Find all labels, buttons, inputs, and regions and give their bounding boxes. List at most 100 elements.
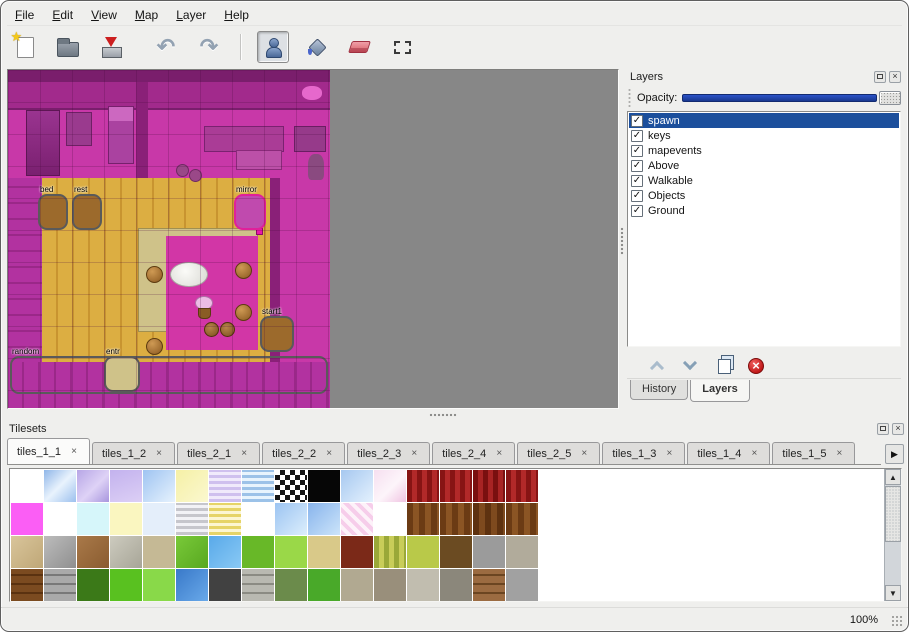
tileset-tab-tiles_1_3[interactable]: tiles_1_3× bbox=[602, 442, 685, 464]
map-canvas[interactable]: bedrestmirrorstart1randomentr bbox=[8, 70, 330, 409]
tileset-tab-tiles_1_1[interactable]: tiles_1_1× bbox=[7, 438, 90, 464]
tile-1-2[interactable] bbox=[77, 503, 109, 535]
map-object-rest[interactable]: rest bbox=[72, 194, 102, 230]
lower-layer-button[interactable] bbox=[678, 355, 702, 377]
menu-item-map[interactable]: Map bbox=[127, 5, 166, 25]
tile-0-9[interactable] bbox=[308, 470, 340, 502]
layer-row-Walkable[interactable]: ✓Walkable bbox=[629, 173, 899, 188]
tile-0-5[interactable] bbox=[176, 470, 208, 502]
tile-0-10[interactable] bbox=[341, 470, 373, 502]
tile-3-11[interactable] bbox=[374, 569, 406, 601]
layer-row-keys[interactable]: ✓keys bbox=[629, 128, 899, 143]
tileset-tab-tiles_2_2[interactable]: tiles_2_2× bbox=[262, 442, 345, 464]
tile-0-4[interactable] bbox=[143, 470, 175, 502]
layer-row-Ground[interactable]: ✓Ground bbox=[629, 203, 899, 218]
tile-2-7[interactable] bbox=[242, 536, 274, 568]
tileset-scrollbar[interactable]: ▲ ▼ bbox=[884, 469, 901, 601]
tile-0-13[interactable] bbox=[440, 470, 472, 502]
map-object-mirror[interactable]: mirror bbox=[234, 194, 266, 230]
tile-2-15[interactable] bbox=[506, 536, 538, 568]
tileset-tab-tiles_1_2[interactable]: tiles_1_2× bbox=[92, 442, 175, 464]
tileset-view[interactable]: ▲ ▼ bbox=[9, 468, 902, 602]
tile-3-9[interactable] bbox=[308, 569, 340, 601]
tile-2-11[interactable] bbox=[374, 536, 406, 568]
map-object-start1[interactable]: start1 bbox=[260, 316, 294, 352]
tile-3-3[interactable] bbox=[110, 569, 142, 601]
menu-item-edit[interactable]: Edit bbox=[44, 5, 81, 25]
tile-1-15[interactable] bbox=[506, 503, 538, 535]
delete-layer-button[interactable] bbox=[744, 355, 768, 377]
layer-checkbox[interactable]: ✓ bbox=[631, 145, 643, 157]
opacity-slider[interactable] bbox=[682, 91, 901, 105]
menu-item-file[interactable]: File bbox=[7, 5, 42, 25]
layer-row-Above[interactable]: ✓Above bbox=[629, 158, 899, 173]
layer-checkbox[interactable]: ✓ bbox=[631, 175, 643, 187]
duplicate-layer-button[interactable] bbox=[711, 355, 735, 377]
tileset-tab-tiles_1_4[interactable]: tiles_1_4× bbox=[687, 442, 770, 464]
scroll-up-icon[interactable]: ▲ bbox=[885, 469, 901, 485]
layer-checkbox[interactable]: ✓ bbox=[631, 160, 643, 172]
close-tab-icon[interactable]: × bbox=[238, 448, 250, 460]
map-object-bed[interactable]: bed bbox=[38, 194, 68, 230]
tile-1-12[interactable] bbox=[407, 503, 439, 535]
tile-2-13[interactable] bbox=[440, 536, 472, 568]
open-map-button[interactable] bbox=[52, 31, 84, 63]
redo-button[interactable] bbox=[193, 31, 225, 63]
close-tab-icon[interactable]: × bbox=[833, 448, 845, 460]
tile-1-14[interactable] bbox=[473, 503, 505, 535]
tile-1-10[interactable] bbox=[341, 503, 373, 535]
stamp-tool-button[interactable] bbox=[257, 31, 289, 63]
close-tab-icon[interactable]: × bbox=[663, 448, 675, 460]
close-tab-icon[interactable]: × bbox=[748, 448, 760, 460]
layer-checkbox[interactable]: ✓ bbox=[631, 205, 643, 217]
tile-1-7[interactable] bbox=[242, 503, 274, 535]
tile-3-8[interactable] bbox=[275, 569, 307, 601]
layer-row-spawn[interactable]: ✓spawn bbox=[629, 113, 899, 128]
tile-2-14[interactable] bbox=[473, 536, 505, 568]
tile-0-7[interactable] bbox=[242, 470, 274, 502]
tile-1-0[interactable] bbox=[11, 503, 43, 535]
horizontal-splitter[interactable] bbox=[7, 411, 902, 419]
tile-1-3[interactable] bbox=[110, 503, 142, 535]
layer-checkbox[interactable]: ✓ bbox=[631, 115, 643, 127]
scrollbar-thumb[interactable] bbox=[885, 486, 901, 542]
tab-layers[interactable]: Layers bbox=[690, 380, 749, 402]
tileset-tab-tiles_2_1[interactable]: tiles_2_1× bbox=[177, 442, 260, 464]
scroll-down-icon[interactable]: ▼ bbox=[885, 585, 901, 601]
tile-3-15[interactable] bbox=[506, 569, 538, 601]
close-tab-icon[interactable]: × bbox=[408, 448, 420, 460]
tile-3-4[interactable] bbox=[143, 569, 175, 601]
tab-scroll-right-button[interactable]: ▶ bbox=[885, 444, 904, 464]
tile-2-9[interactable] bbox=[308, 536, 340, 568]
float-panel-icon[interactable] bbox=[874, 71, 886, 83]
tile-3-10[interactable] bbox=[341, 569, 373, 601]
tileset-tab-tiles_1_5[interactable]: tiles_1_5× bbox=[772, 442, 855, 464]
map-object-random[interactable]: random bbox=[10, 356, 328, 394]
tileset-tab-tiles_2_4[interactable]: tiles_2_4× bbox=[432, 442, 515, 464]
tile-1-1[interactable] bbox=[44, 503, 76, 535]
tile-3-7[interactable] bbox=[242, 569, 274, 601]
raise-layer-button[interactable] bbox=[645, 355, 669, 377]
tile-0-1[interactable] bbox=[44, 470, 76, 502]
tile-1-6[interactable] bbox=[209, 503, 241, 535]
tile-2-2[interactable] bbox=[77, 536, 109, 568]
menu-item-layer[interactable]: Layer bbox=[168, 5, 214, 25]
tile-2-6[interactable] bbox=[209, 536, 241, 568]
menu-item-help[interactable]: Help bbox=[216, 5, 257, 25]
tile-2-4[interactable] bbox=[143, 536, 175, 568]
tile-2-5[interactable] bbox=[176, 536, 208, 568]
tileset-tab-tiles_2_5[interactable]: tiles_2_5× bbox=[517, 442, 600, 464]
save-map-button[interactable] bbox=[95, 31, 127, 63]
tile-0-11[interactable] bbox=[374, 470, 406, 502]
tile-0-3[interactable] bbox=[110, 470, 142, 502]
tile-1-5[interactable] bbox=[176, 503, 208, 535]
tile-3-2[interactable] bbox=[77, 569, 109, 601]
tile-1-11[interactable] bbox=[374, 503, 406, 535]
close-panel-icon[interactable]: × bbox=[889, 71, 901, 83]
float-panel-icon[interactable] bbox=[877, 423, 889, 435]
fill-tool-button[interactable] bbox=[300, 31, 332, 63]
tile-3-0[interactable] bbox=[11, 569, 43, 601]
tile-3-6[interactable] bbox=[209, 569, 241, 601]
close-tab-icon[interactable]: × bbox=[68, 446, 80, 458]
tile-1-9[interactable] bbox=[308, 503, 340, 535]
